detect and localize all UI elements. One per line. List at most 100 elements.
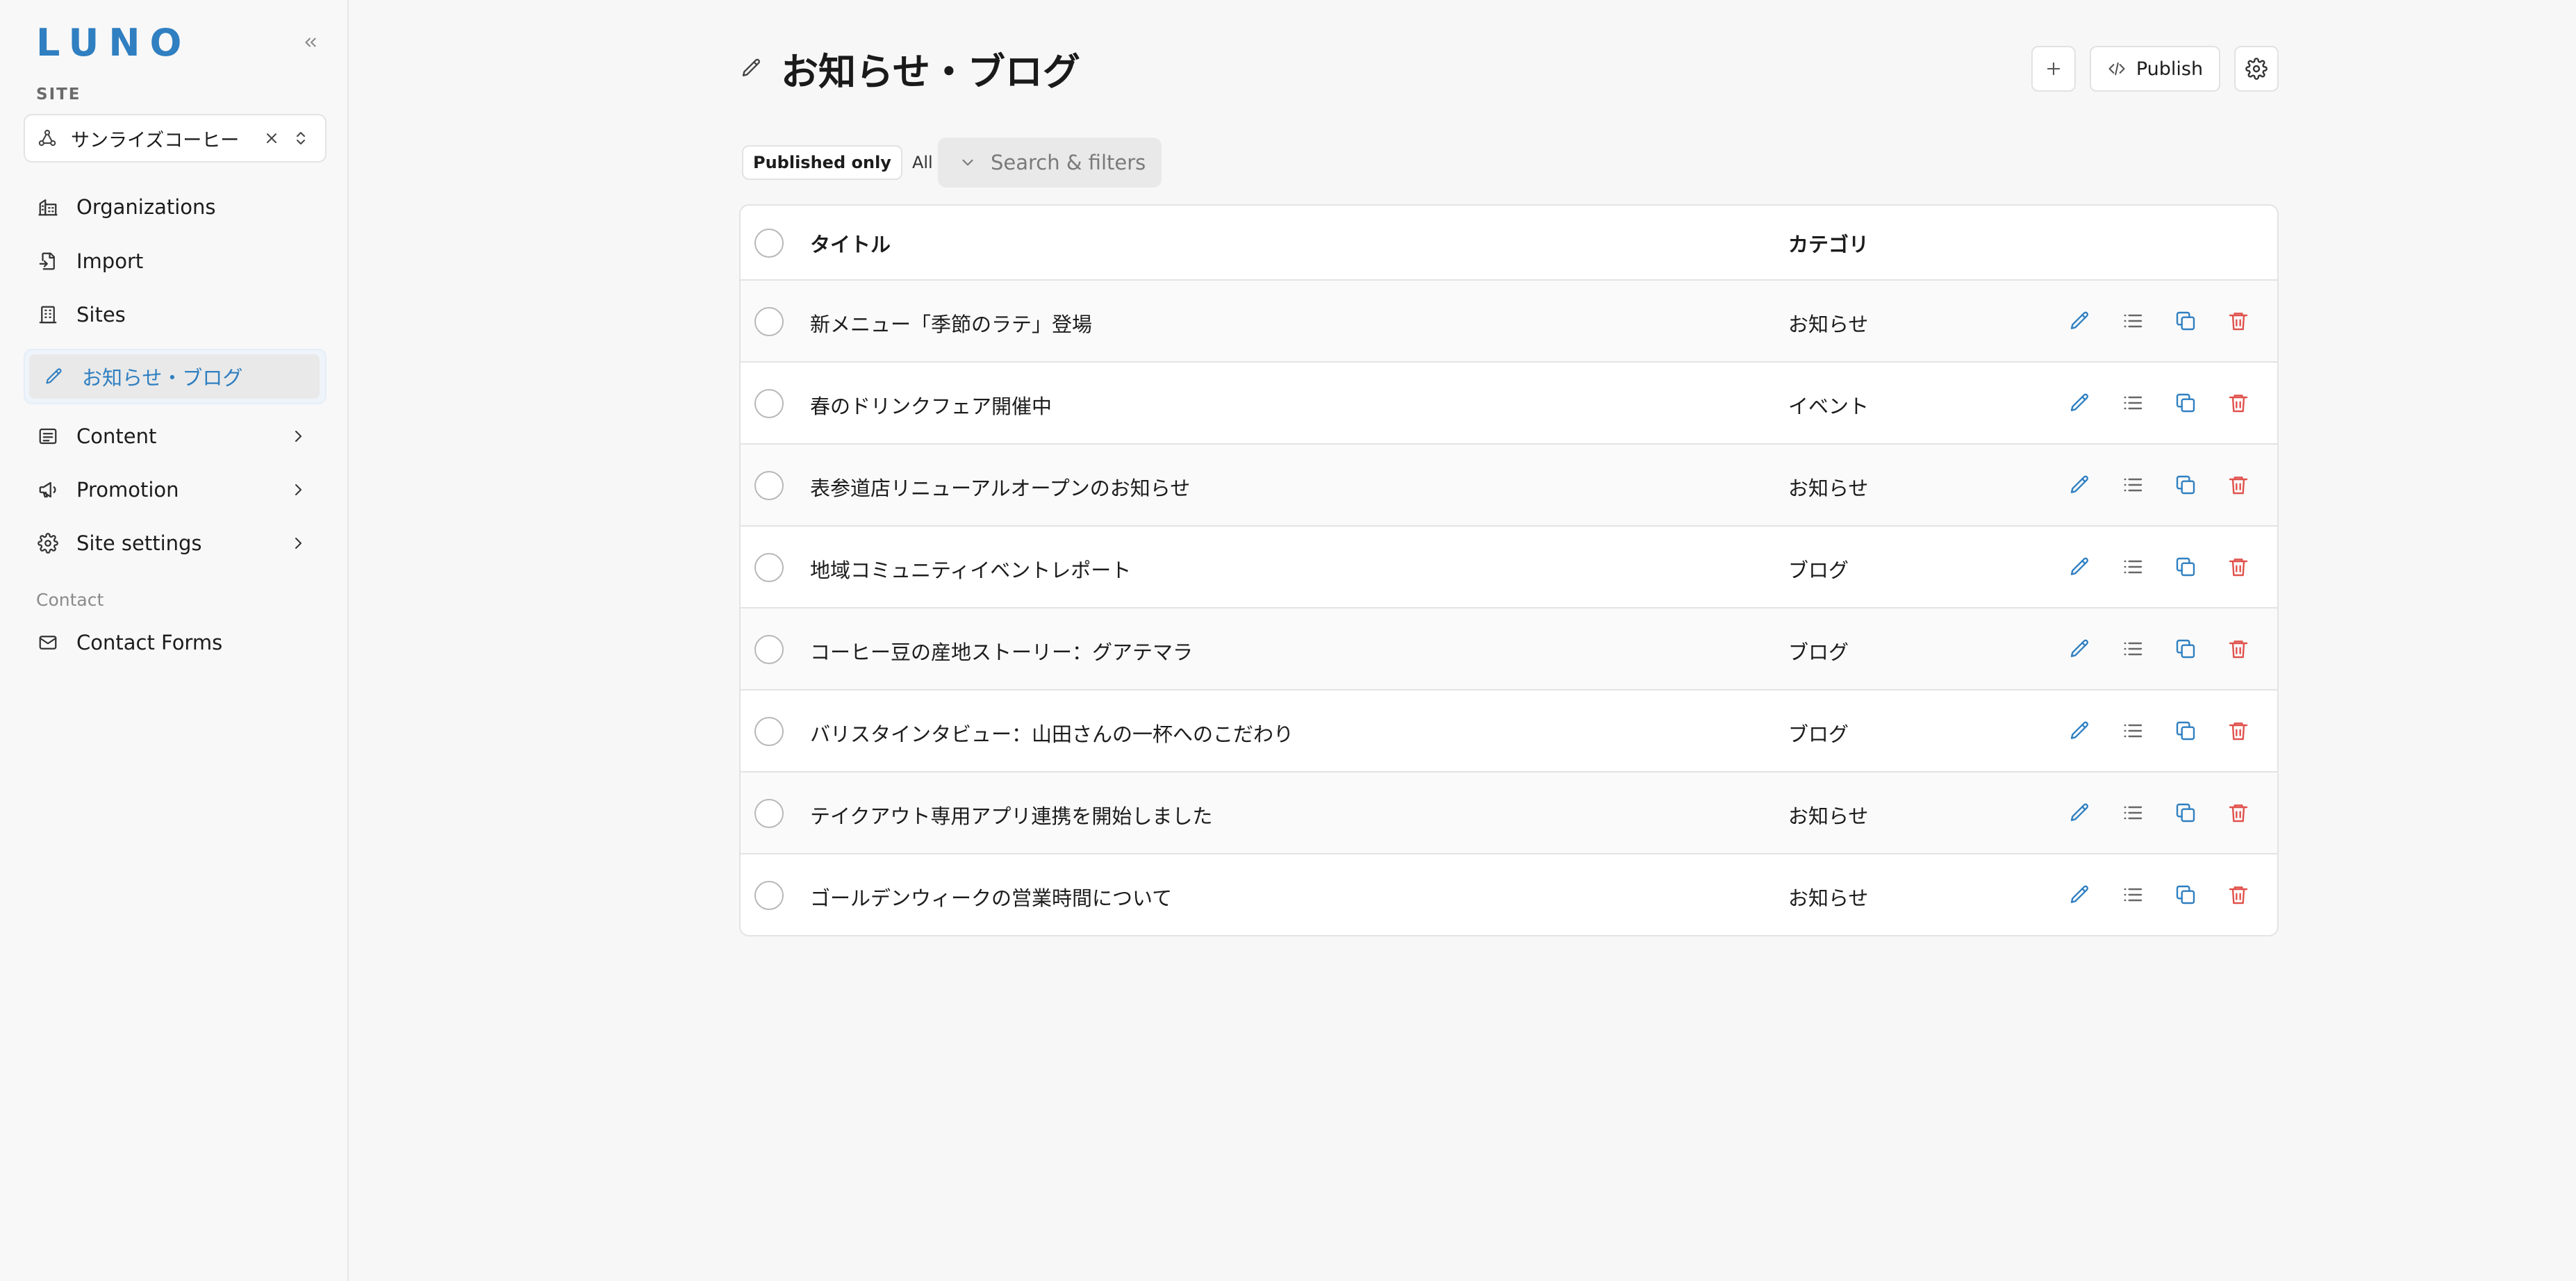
pencil-icon bbox=[2070, 639, 2089, 657]
search-filters-button[interactable]: Search & filters bbox=[938, 138, 1162, 188]
delete-button[interactable] bbox=[2223, 388, 2254, 418]
site-select-toggle[interactable] bbox=[289, 126, 313, 150]
cell-title[interactable]: ゴールデンウィークの営業時間について bbox=[810, 882, 1172, 911]
row-checkbox[interactable] bbox=[754, 717, 784, 746]
sidebar-item-promotion[interactable]: Promotion bbox=[28, 468, 322, 512]
duplicate-button[interactable] bbox=[2170, 634, 2201, 664]
logo[interactable]: LUNO bbox=[36, 21, 191, 65]
cell-title[interactable]: 春のドリンクフェア開催中 bbox=[810, 390, 1052, 420]
double-chevron-left-icon bbox=[305, 38, 316, 47]
delete-button[interactable] bbox=[2223, 716, 2254, 746]
pencil-icon bbox=[46, 368, 62, 384]
row-checkbox[interactable] bbox=[754, 635, 784, 664]
published-only-toggle[interactable]: Published only bbox=[742, 145, 902, 180]
edit-button[interactable] bbox=[2065, 552, 2095, 582]
pencil-icon bbox=[2070, 721, 2089, 739]
row-checkbox[interactable] bbox=[754, 471, 784, 500]
delete-button[interactable] bbox=[2223, 306, 2254, 336]
details-button[interactable] bbox=[2117, 716, 2148, 746]
sidebar-item-site-settings[interactable]: Site settings bbox=[28, 521, 322, 565]
sidebar-item-organizations[interactable]: Organizations bbox=[28, 185, 322, 229]
cell-title[interactable]: コーヒー豆の産地ストーリー：グアテマラ bbox=[810, 636, 1193, 666]
duplicate-button[interactable] bbox=[2170, 388, 2201, 418]
cell-title[interactable]: 新メニュー「季節のラテ」登場 bbox=[810, 308, 1092, 338]
trash-icon bbox=[2229, 477, 2248, 495]
duplicate-button[interactable] bbox=[2170, 552, 2201, 582]
edit-button[interactable] bbox=[2065, 634, 2095, 664]
table-row[interactable]: ゴールデンウィークの営業時間について お知らせ bbox=[741, 854, 2277, 935]
sidebar-item-import[interactable]: Import bbox=[28, 239, 322, 283]
table-row[interactable]: 表参道店リニューアルオープンのお知らせ お知らせ bbox=[741, 445, 2277, 527]
sidebar-item-label: お知らせ・ブログ bbox=[82, 366, 243, 390]
copy-icon bbox=[2176, 639, 2195, 659]
sidebar-item-content[interactable]: Content bbox=[28, 414, 322, 458]
pencil-icon bbox=[2070, 557, 2089, 575]
site-section-label: SITE bbox=[36, 85, 81, 104]
publish-button[interactable]: Publish bbox=[2090, 46, 2220, 92]
clear-site-button[interactable] bbox=[260, 126, 283, 150]
row-checkbox[interactable] bbox=[754, 307, 784, 336]
column-header-category: カテゴリ bbox=[1788, 233, 1869, 256]
row-checkbox[interactable] bbox=[754, 553, 784, 582]
edit-button[interactable] bbox=[2065, 306, 2095, 336]
duplicate-button[interactable] bbox=[2170, 879, 2201, 910]
list-icon bbox=[2124, 724, 2142, 738]
trash-icon bbox=[2229, 640, 2248, 659]
pencil-icon bbox=[2070, 311, 2089, 329]
table-row[interactable]: バリスタインタビュー：山田さんの一杯へのこだわり ブログ bbox=[741, 691, 2277, 772]
settings-button[interactable] bbox=[2234, 46, 2279, 92]
duplicate-button[interactable] bbox=[2170, 716, 2201, 746]
edit-button[interactable] bbox=[2065, 879, 2095, 910]
edit-button[interactable] bbox=[2065, 716, 2095, 746]
table-row[interactable]: 春のドリンクフェア開催中 イベント bbox=[741, 363, 2277, 445]
delete-button[interactable] bbox=[2223, 552, 2254, 582]
table-row[interactable]: 新メニュー「季節のラテ」登場 お知らせ bbox=[741, 281, 2277, 363]
details-button[interactable] bbox=[2117, 388, 2148, 418]
edit-button[interactable] bbox=[2065, 470, 2095, 500]
cell-title[interactable]: 地域コミュニティイベントレポート bbox=[810, 554, 1131, 584]
details-button[interactable] bbox=[2117, 797, 2148, 828]
delete-button[interactable] bbox=[2223, 797, 2254, 828]
delete-button[interactable] bbox=[2223, 634, 2254, 664]
delete-button[interactable] bbox=[2223, 470, 2254, 500]
table-row[interactable]: 地域コミュニティイベントレポート ブログ bbox=[741, 527, 2277, 609]
sidebar-item-label: Organizations bbox=[76, 195, 216, 219]
details-button[interactable] bbox=[2117, 306, 2148, 336]
edit-button[interactable] bbox=[2065, 797, 2095, 828]
add-button[interactable] bbox=[2031, 46, 2076, 92]
duplicate-button[interactable] bbox=[2170, 797, 2201, 828]
sidebar-item-label: Import bbox=[76, 249, 144, 273]
details-button[interactable] bbox=[2117, 634, 2148, 664]
details-button[interactable] bbox=[2117, 470, 2148, 500]
office-building-icon bbox=[39, 306, 57, 324]
site-select[interactable]: サンライズコーヒー bbox=[24, 114, 327, 163]
chevron-right-icon bbox=[286, 478, 310, 502]
select-all-checkbox[interactable] bbox=[754, 229, 784, 258]
row-checkbox[interactable] bbox=[754, 799, 784, 828]
all-toggle[interactable]: All bbox=[902, 145, 943, 180]
table-row[interactable]: コーヒー豆の産地ストーリー：グアテマラ ブログ bbox=[741, 609, 2277, 691]
sidebar-item-sites[interactable]: Sites bbox=[28, 292, 322, 337]
copy-icon bbox=[2176, 803, 2195, 823]
row-checkbox[interactable] bbox=[754, 881, 784, 910]
cell-title[interactable]: 表参道店リニューアルオープンのお知らせ bbox=[810, 472, 1190, 502]
cell-category: イベント bbox=[1788, 395, 1869, 418]
cell-title[interactable]: バリスタインタビュー：山田さんの一杯へのこだわり bbox=[810, 718, 1294, 747]
edit-button[interactable] bbox=[2065, 388, 2095, 418]
trash-icon bbox=[2229, 313, 2248, 331]
details-button[interactable] bbox=[2117, 879, 2148, 910]
details-button[interactable] bbox=[2117, 552, 2148, 582]
table-header: タイトル カテゴリ bbox=[741, 206, 2277, 281]
sidebar-item-contact-forms[interactable]: Contact Forms bbox=[28, 620, 322, 665]
list-icon bbox=[2124, 888, 2142, 902]
cell-title[interactable]: テイクアウト専用アプリ連携を開始しました bbox=[810, 800, 1212, 829]
chevrons-up-down-icon bbox=[297, 132, 305, 144]
duplicate-button[interactable] bbox=[2170, 470, 2201, 500]
sidebar-item-news-blog[interactable]: お知らせ・ブログ bbox=[29, 354, 320, 399]
collapse-sidebar-button[interactable] bbox=[297, 29, 324, 56]
table-row[interactable]: テイクアウト専用アプリ連携を開始しました お知らせ bbox=[741, 772, 2277, 854]
delete-button[interactable] bbox=[2223, 879, 2254, 910]
row-checkbox[interactable] bbox=[754, 389, 784, 418]
plus-icon bbox=[2047, 62, 2061, 76]
duplicate-button[interactable] bbox=[2170, 306, 2201, 336]
